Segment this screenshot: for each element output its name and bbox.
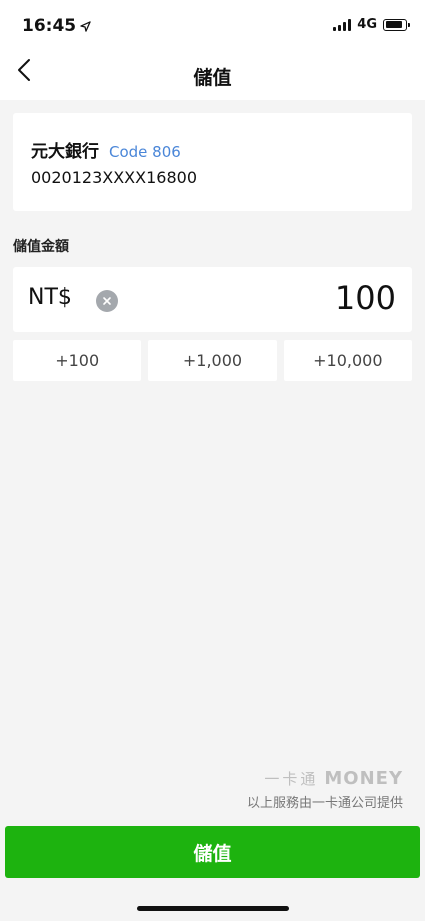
network-type: 4G [357,17,377,32]
bank-name: 元大銀行 [31,142,99,162]
clear-icon [103,297,111,305]
status-indicators: 4G [333,17,410,32]
provider-logo: 一卡通 MONEY [247,768,403,789]
amount-section-label: 儲值金額 [13,239,69,255]
clear-amount-button[interactable] [96,290,118,312]
provider-logo-cn: 一卡通 [264,770,319,788]
topup-submit-button[interactable]: 儲值 [5,826,420,878]
amount-value[interactable]: 100 [335,279,396,317]
battery-icon [383,18,410,31]
status-bar: 16:45 4G [0,0,425,50]
quick-amount-row: +100 +1,000 +10,000 [13,340,412,381]
amount-input-box[interactable]: NT$ 100 [13,267,412,332]
signal-icon [333,18,352,31]
status-time: 16:45 [22,16,77,36]
quick-add-10000-button[interactable]: +10,000 [283,340,412,381]
provider-note: 以上服務由一卡通公司提供 [246,796,403,811]
provider-logo-en: MONEY [324,768,403,789]
navigation-bar: 儲值 [0,50,425,100]
page-title: 儲值 [193,67,232,89]
bank-code: Code 806 [109,143,181,161]
location-arrow-icon [80,20,91,32]
bank-name-row: 元大銀行 Code 806 [31,137,181,162]
quick-add-1000-button[interactable]: +1,000 [148,340,277,381]
account-number: 0020123XXXX16800 [31,168,197,187]
quick-add-100-button[interactable]: +100 [13,340,142,381]
status-time-group: 16:45 [22,16,91,36]
currency-label: NT$ [28,285,72,310]
bank-account-card: 元大銀行 Code 806 0020123XXXX16800 [13,113,412,211]
provider-info: 一卡通 MONEY 以上服務由一卡通公司提供 [247,768,403,811]
home-indicator[interactable] [137,906,289,911]
